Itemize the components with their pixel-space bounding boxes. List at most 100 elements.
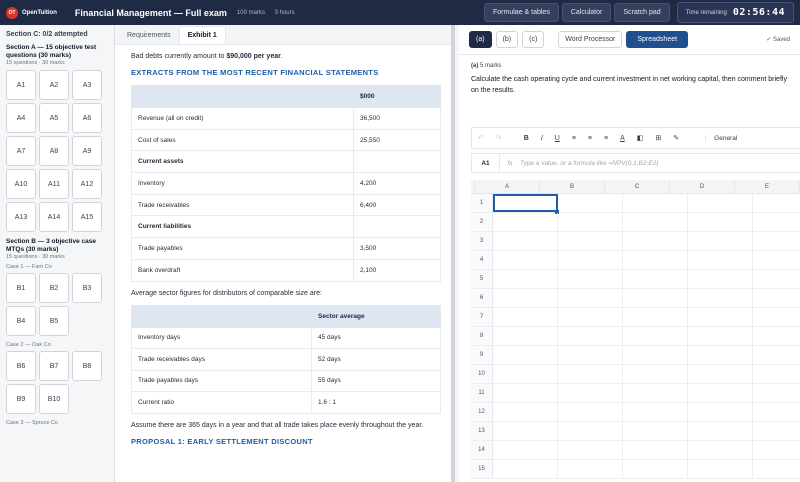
question-button[interactable]: B8 [72, 351, 102, 381]
grid-cell[interactable] [493, 365, 558, 383]
part-a-button[interactable]: (a) [469, 31, 492, 48]
tab-requirements[interactable]: Requirements [119, 27, 179, 44]
redo-icon[interactable]: ↷ [496, 134, 502, 142]
align-right-icon[interactable]: ≡ [604, 135, 608, 142]
grid-cell[interactable] [623, 251, 688, 269]
row-header[interactable]: 7 [471, 308, 493, 326]
row-header[interactable]: 3 [471, 232, 493, 250]
grid-cell[interactable] [753, 194, 800, 212]
number-format-select[interactable]: General [705, 134, 737, 142]
grid-cell[interactable] [558, 270, 623, 288]
grid-cell[interactable] [688, 251, 753, 269]
grid-cell[interactable] [753, 384, 800, 402]
grid-cell[interactable] [623, 441, 688, 459]
question-button[interactable]: A13 [6, 202, 36, 232]
grid-cell[interactable] [493, 460, 558, 478]
grid-cell[interactable] [558, 460, 623, 478]
row-header[interactable]: 15 [471, 460, 493, 478]
question-button[interactable]: A11 [39, 169, 69, 199]
grid-cell[interactable] [493, 289, 558, 307]
question-button[interactable]: B10 [39, 384, 69, 414]
question-button[interactable]: A3 [72, 70, 102, 100]
grid-cell[interactable] [623, 327, 688, 345]
grid-cell[interactable] [753, 460, 800, 478]
grid-cell[interactable] [493, 346, 558, 364]
grid-cell[interactable] [688, 308, 753, 326]
grid-cell[interactable] [558, 365, 623, 383]
question-button[interactable]: A5 [39, 103, 69, 133]
row-header[interactable]: 10 [471, 365, 493, 383]
question-button[interactable]: A14 [39, 202, 69, 232]
grid-cell[interactable] [753, 365, 800, 383]
align-left-icon[interactable]: ≡ [572, 135, 576, 142]
grid-cell[interactable] [558, 422, 623, 440]
grid-cell[interactable] [753, 327, 800, 345]
grid-cell[interactable] [753, 213, 800, 231]
grid-cell[interactable] [688, 403, 753, 421]
grid-cell[interactable] [753, 422, 800, 440]
column-header[interactable]: E [735, 180, 800, 193]
formula-input[interactable]: Type a value, or a formula like =NPV(0.1… [520, 160, 658, 167]
question-button[interactable]: B2 [39, 273, 69, 303]
question-button[interactable]: A15 [72, 202, 102, 232]
question-button[interactable]: A8 [39, 136, 69, 166]
column-header[interactable]: B [540, 180, 605, 193]
grid-cell[interactable] [688, 422, 753, 440]
grid-cell[interactable] [688, 346, 753, 364]
underline-button[interactable]: U [555, 135, 560, 142]
question-button[interactable]: B5 [39, 306, 69, 336]
calculator-button[interactable]: Calculator [561, 3, 612, 22]
column-header[interactable]: D [670, 180, 735, 193]
question-button[interactable]: B1 [6, 273, 36, 303]
bold-button[interactable]: B [524, 135, 529, 142]
grid-cell[interactable] [688, 213, 753, 231]
grid-cell[interactable] [558, 194, 623, 212]
grid-cell[interactable] [558, 403, 623, 421]
grid-cell[interactable] [623, 270, 688, 288]
grid-cell[interactable] [493, 441, 558, 459]
grid-cell[interactable] [623, 289, 688, 307]
question-button[interactable]: A10 [6, 169, 36, 199]
grid-cell[interactable] [558, 308, 623, 326]
part-b-button[interactable]: (b) [495, 31, 519, 48]
row-header[interactable]: 11 [471, 384, 493, 402]
grid-cell[interactable] [623, 384, 688, 402]
grid-cell[interactable] [493, 232, 558, 250]
question-button[interactable]: A9 [72, 136, 102, 166]
question-button[interactable]: B4 [6, 306, 36, 336]
question-button[interactable]: B9 [6, 384, 36, 414]
question-button[interactable]: A7 [6, 136, 36, 166]
row-header[interactable]: 2 [471, 213, 493, 231]
grid-cell[interactable] [558, 327, 623, 345]
grid-cell[interactable] [753, 441, 800, 459]
grid-cell[interactable] [623, 365, 688, 383]
row-header[interactable]: 12 [471, 403, 493, 421]
grid-cell[interactable] [753, 308, 800, 326]
grid-cell[interactable] [623, 346, 688, 364]
grid-cell[interactable] [623, 403, 688, 421]
grid-cell[interactable] [688, 365, 753, 383]
grid-cell[interactable] [688, 270, 753, 288]
grid-cell[interactable] [753, 270, 800, 288]
question-button[interactable]: A2 [39, 70, 69, 100]
spreadsheet-button[interactable]: Spreadsheet [626, 31, 689, 48]
borders-icon[interactable]: ⊞ [655, 134, 661, 142]
row-header[interactable]: 1 [471, 194, 493, 212]
question-button[interactable]: A1 [6, 70, 36, 100]
grid-cell[interactable] [558, 251, 623, 269]
grid-cell[interactable] [753, 232, 800, 250]
word-processor-button[interactable]: Word Processor [558, 31, 623, 48]
grid-cell[interactable] [623, 194, 688, 212]
column-header[interactable]: A [475, 180, 540, 193]
grid-cell[interactable] [623, 213, 688, 231]
question-button[interactable]: A12 [72, 169, 102, 199]
grid-cell[interactable] [623, 422, 688, 440]
scratch-pad-button[interactable]: Scratch pad [614, 3, 670, 22]
grid-cell[interactable] [623, 308, 688, 326]
grid-cell[interactable] [493, 403, 558, 421]
question-button[interactable]: B6 [6, 351, 36, 381]
row-header[interactable]: 8 [471, 327, 493, 345]
grid-cell[interactable] [558, 346, 623, 364]
grid-cell[interactable] [688, 384, 753, 402]
grid-cell[interactable] [688, 194, 753, 212]
